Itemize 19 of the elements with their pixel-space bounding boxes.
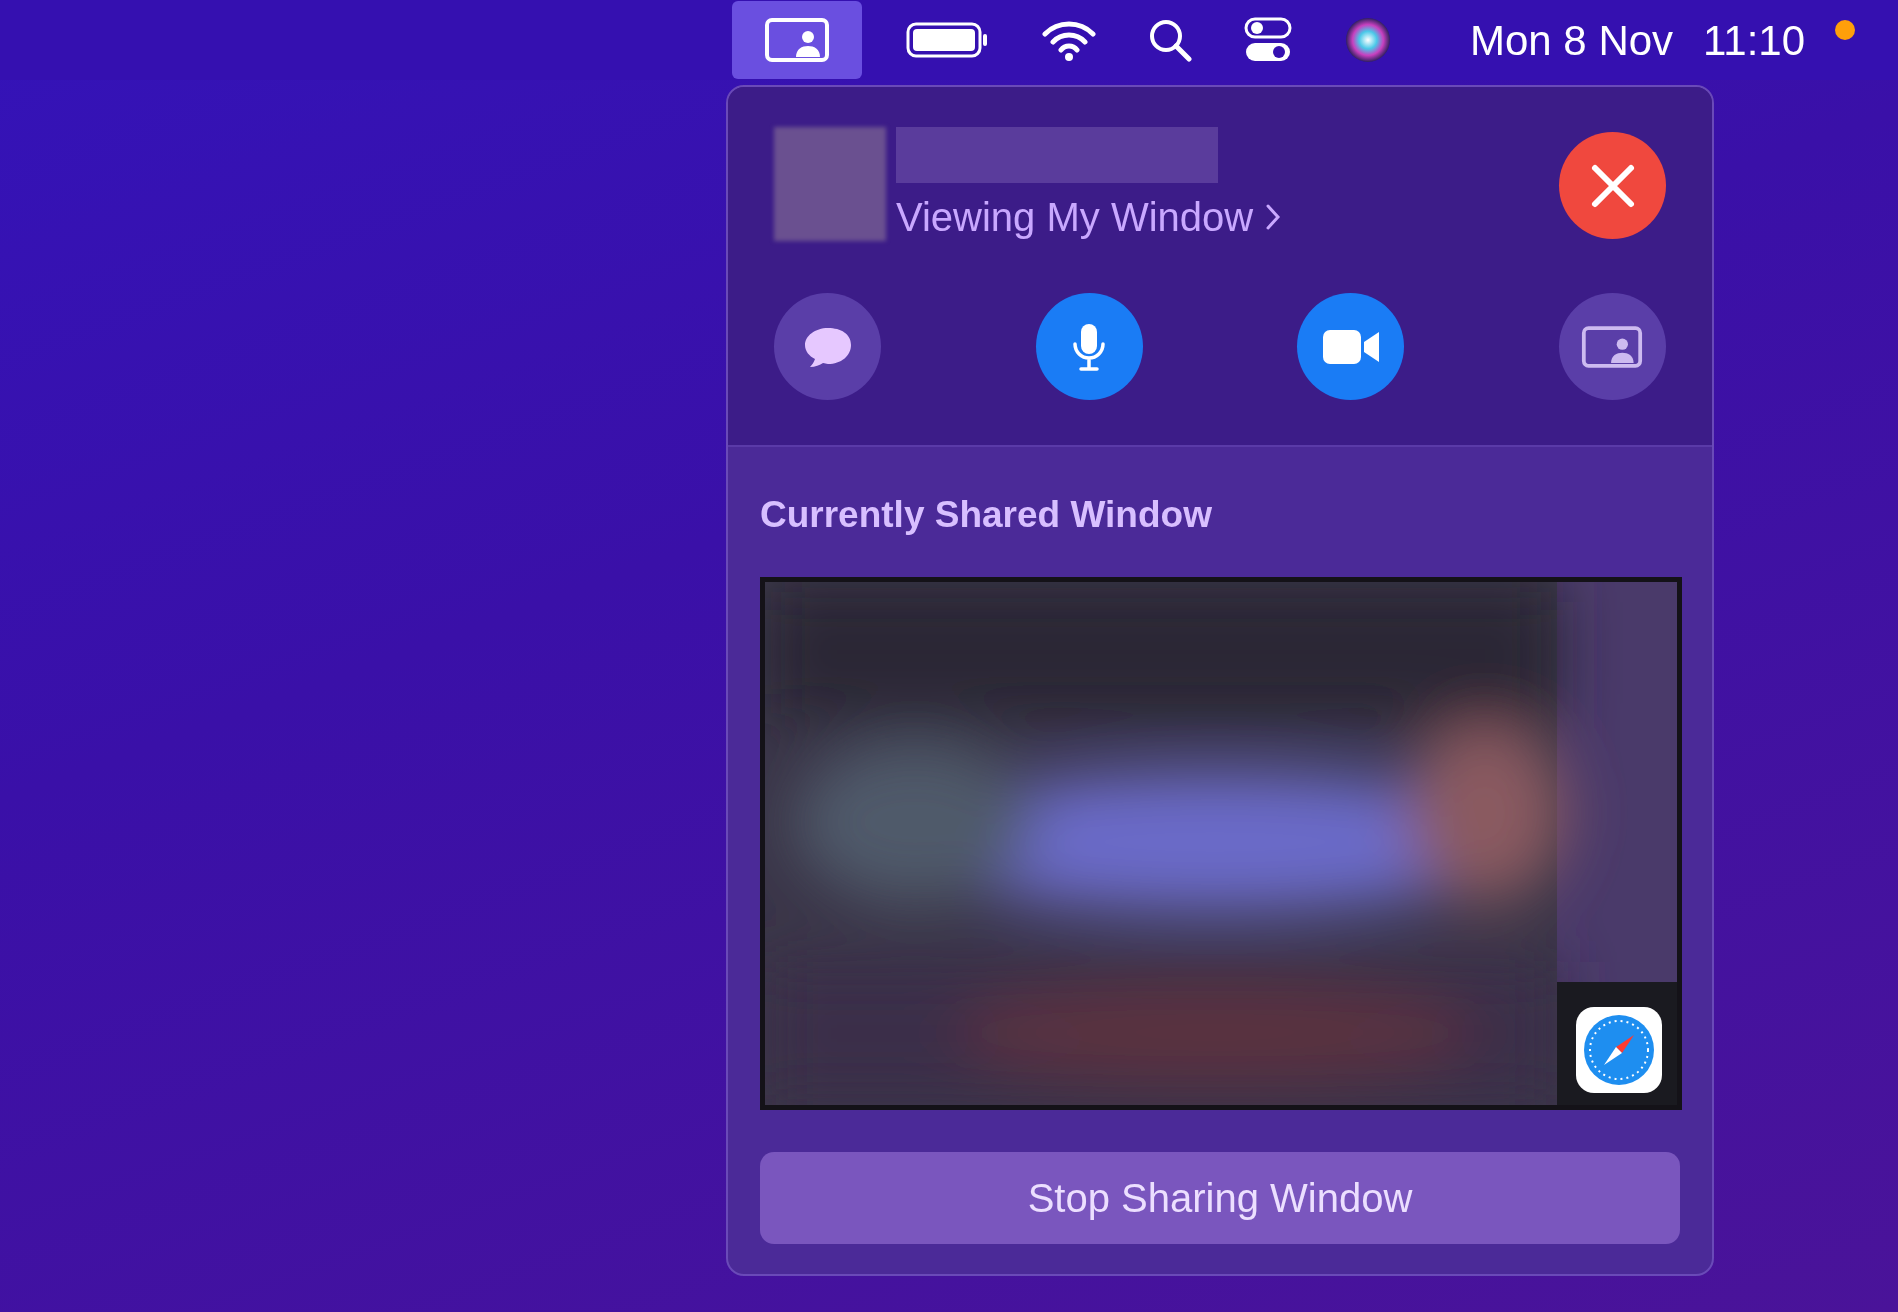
siri-icon [1344,16,1392,64]
screen-share-icon [1581,324,1644,369]
battery-icon [906,20,990,60]
microphone-icon [1071,321,1108,372]
message-bubble-icon [802,325,853,368]
menu-bar-clock[interactable]: 11:10 [1703,8,1806,72]
chevron-right-icon [1265,203,1282,231]
section-title: Currently Shared Window [760,493,1213,537]
menu-bar-screen-share-button[interactable] [732,1,862,79]
close-icon [1589,162,1636,209]
status-label: Viewing My Window [896,194,1254,241]
stop-sharing-button[interactable]: Stop Sharing Window [760,1151,1680,1244]
screen-share-icon [764,17,830,63]
menu-bar-date[interactable]: Mon 8 Nov [1470,8,1674,72]
video-camera-icon [1320,327,1381,366]
viewing-status-link[interactable]: Viewing My Window [896,187,1282,247]
safari-app-icon [1576,1006,1662,1093]
toggle-switches-icon [1244,17,1292,63]
search-icon [1148,18,1192,62]
